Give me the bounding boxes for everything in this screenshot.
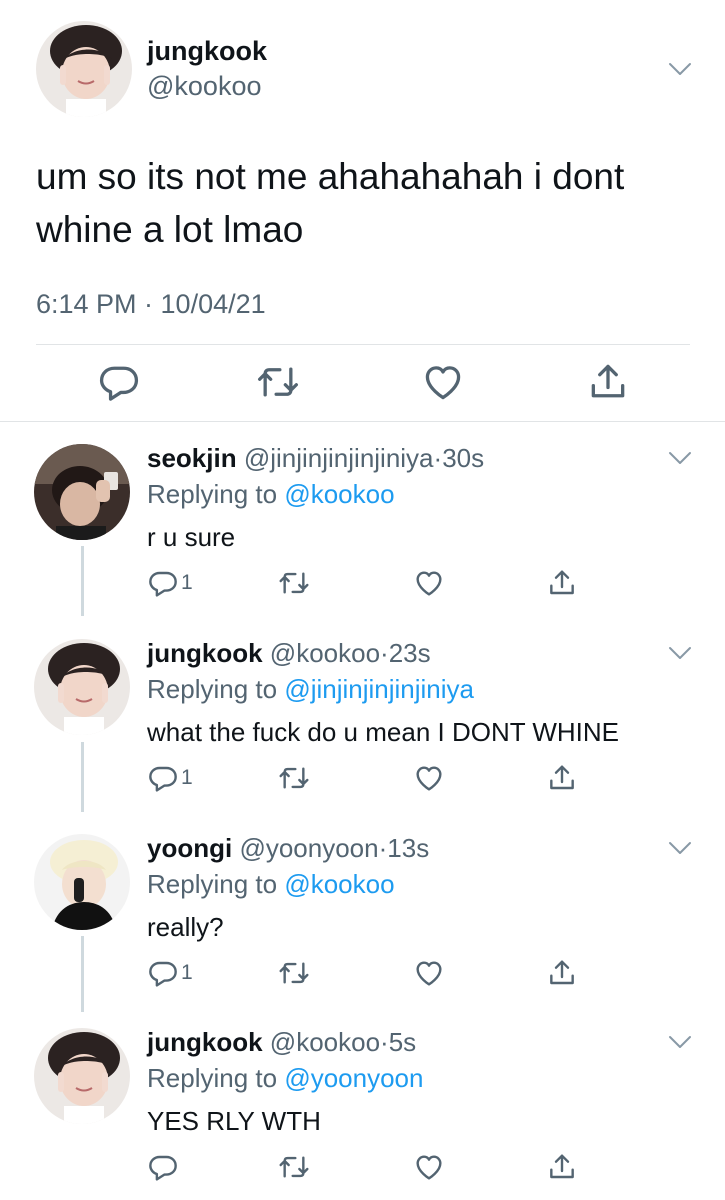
reply-tweet[interactable]: yoongi @yoonyoon·13s Replying to @kookoo… <box>0 812 725 1007</box>
avatar[interactable] <box>34 834 130 930</box>
reply-header: yoongi @yoonyoon·13s <box>147 833 429 864</box>
retweet-icon[interactable] <box>278 762 310 794</box>
reply-text: r u sure <box>147 522 236 552</box>
replying-prefix: Replying to <box>147 479 285 509</box>
main-tweet: jungkook @kookoo um so its not me ahahah… <box>0 0 725 422</box>
separator-dot: · <box>378 833 388 863</box>
divider <box>36 344 690 345</box>
mention-link[interactable]: @kookoo <box>284 869 394 899</box>
author-name[interactable]: jungkook <box>147 638 263 668</box>
reply-tweet[interactable]: jungkook @kookoo·5s Replying to @yoonyoo… <box>0 1006 725 1200</box>
chevron-down-icon[interactable] <box>667 450 693 466</box>
mention-link[interactable]: @jinjinjinjinjiniya <box>284 674 474 704</box>
author-name[interactable]: jungkook <box>147 1027 263 1057</box>
reply-icon[interactable] <box>147 957 179 989</box>
reply-time[interactable]: 23s <box>389 638 431 668</box>
author-handle[interactable]: @kookoo <box>270 638 380 668</box>
replying-prefix: Replying to <box>147 674 285 704</box>
reply-icon[interactable] <box>147 567 179 599</box>
tweet-timestamp[interactable]: 6:14 PM · 10/04/21 <box>36 289 266 320</box>
separator-dot: · <box>380 1027 389 1057</box>
share-icon[interactable] <box>546 762 578 794</box>
reply-actions: 1 <box>0 957 725 997</box>
avatar[interactable] <box>36 21 132 117</box>
reply-tweet[interactable]: seokjin @jinjinjinjinjiniya·30s Replying… <box>0 422 725 617</box>
retweet-icon[interactable] <box>278 567 310 599</box>
reply-count: 1 <box>181 961 193 984</box>
like-icon[interactable] <box>413 567 445 599</box>
share-icon[interactable] <box>546 957 578 989</box>
share-icon[interactable] <box>586 360 630 404</box>
avatar[interactable] <box>34 1028 130 1124</box>
author-handle[interactable]: @jinjinjinjinjiniya <box>244 443 434 473</box>
reply-text: really? <box>147 912 224 942</box>
reply-header: jungkook @kookoo·5s <box>147 1027 416 1058</box>
reply-icon[interactable] <box>147 762 179 794</box>
reply-icon[interactable] <box>147 1151 179 1183</box>
replying-to: Replying to @yoonyoon <box>147 1063 423 1094</box>
author-name[interactable]: jungkook <box>147 36 267 67</box>
reply-time[interactable]: 30s <box>442 443 484 473</box>
reply-button[interactable]: 1 <box>147 957 207 993</box>
reply-text: YES RLY WTH <box>147 1106 321 1136</box>
replying-to: Replying to @kookoo <box>147 869 395 900</box>
mention-link[interactable]: @kookoo <box>284 479 394 509</box>
reply-header: seokjin @jinjinjinjinjiniya·30s <box>147 443 484 474</box>
separator-dot: · <box>433 443 443 473</box>
tweet-actions <box>0 360 725 410</box>
reply-actions: 1 <box>0 567 725 607</box>
reply-count: 1 <box>181 766 193 789</box>
reply-count: 1 <box>181 571 193 594</box>
chevron-down-icon[interactable] <box>667 840 693 856</box>
mention-link[interactable]: @yoonyoon <box>284 1063 423 1093</box>
replying-prefix: Replying to <box>147 1063 285 1093</box>
retweet-icon[interactable] <box>278 957 310 989</box>
chevron-down-icon[interactable] <box>667 61 693 77</box>
reply-button[interactable]: 1 <box>147 567 207 603</box>
retweet-icon[interactable] <box>256 360 300 404</box>
retweet-icon[interactable] <box>278 1151 310 1183</box>
like-icon[interactable] <box>421 360 465 404</box>
reply-button[interactable]: 1 <box>147 762 207 798</box>
separator-dot: · <box>380 638 389 668</box>
replying-to: Replying to @jinjinjinjinjiniya <box>147 674 474 705</box>
author-handle[interactable]: @kookoo <box>147 71 261 102</box>
avatar[interactable] <box>34 444 130 540</box>
share-icon[interactable] <box>546 567 578 599</box>
reply-icon[interactable] <box>97 360 141 404</box>
reply-tweet[interactable]: jungkook @kookoo·23s Replying to @jinjin… <box>0 617 725 812</box>
like-icon[interactable] <box>413 1151 445 1183</box>
reply-text: what the fuck do u mean I DONT WHINE <box>147 717 620 747</box>
avatar[interactable] <box>34 639 130 735</box>
author-name[interactable]: seokjin <box>147 443 237 473</box>
tweet-text: um so its not me ahahahahah i dont whine… <box>36 156 625 250</box>
share-icon[interactable] <box>546 1151 578 1183</box>
chevron-down-icon[interactable] <box>667 1034 693 1050</box>
like-icon[interactable] <box>413 957 445 989</box>
reply-time[interactable]: 5s <box>389 1027 416 1057</box>
chevron-down-icon[interactable] <box>667 645 693 661</box>
reply-button[interactable] <box>147 1151 207 1187</box>
reply-time[interactable]: 13s <box>387 833 429 863</box>
reply-header: jungkook @kookoo·23s <box>147 638 431 669</box>
replying-to: Replying to @kookoo <box>147 479 395 510</box>
reply-actions <box>0 1151 725 1191</box>
like-icon[interactable] <box>413 762 445 794</box>
replying-prefix: Replying to <box>147 869 285 899</box>
author-handle[interactable]: @yoonyoon <box>239 833 378 863</box>
author-name[interactable]: yoongi <box>147 833 232 863</box>
author-handle[interactable]: @kookoo <box>270 1027 380 1057</box>
reply-actions: 1 <box>0 762 725 802</box>
